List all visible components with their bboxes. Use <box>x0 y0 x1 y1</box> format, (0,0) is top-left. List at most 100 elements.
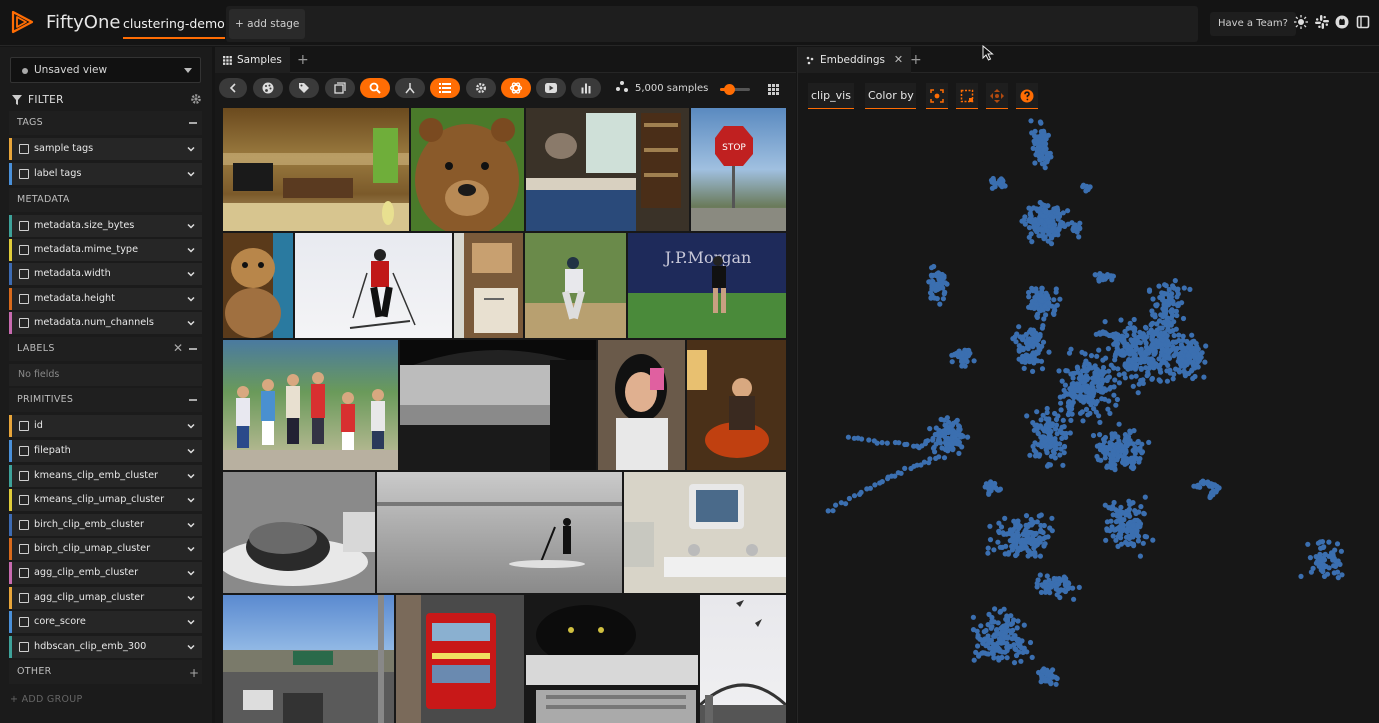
chevron-down-icon[interactable] <box>187 521 195 529</box>
field-label-tags[interactable]: label tags <box>9 163 202 185</box>
embedding-point[interactable] <box>1114 342 1120 349</box>
sample-tile-overpass[interactable] <box>223 595 394 723</box>
embedding-point[interactable] <box>1150 537 1156 543</box>
embedding-point[interactable] <box>1192 373 1198 380</box>
embedding-point[interactable] <box>1045 436 1051 442</box>
book-icon[interactable] <box>1356 15 1370 29</box>
embedding-point[interactable] <box>1203 343 1209 349</box>
embedding-point[interactable] <box>1339 572 1345 578</box>
embedding-point[interactable] <box>1086 365 1092 372</box>
embedding-point[interactable] <box>1075 366 1081 372</box>
embedding-point[interactable] <box>927 456 933 462</box>
color-scheme-button[interactable] <box>253 78 283 98</box>
embedding-point[interactable] <box>1127 363 1133 369</box>
sample-tile-paddleboard[interactable] <box>377 472 622 593</box>
embedding-point[interactable] <box>1013 552 1019 559</box>
field-sample-tags[interactable]: sample tags <box>9 138 202 160</box>
embedding-point[interactable] <box>936 429 942 436</box>
embedding-point[interactable] <box>1021 365 1027 371</box>
embedding-point[interactable] <box>1076 584 1082 590</box>
embedding-point[interactable] <box>1132 366 1138 372</box>
embedding-point[interactable] <box>1039 366 1046 372</box>
embedding-point[interactable] <box>1042 144 1048 150</box>
embedding-point[interactable] <box>1053 286 1059 292</box>
sample-tile-girl-phone[interactable] <box>598 340 685 470</box>
embedding-point[interactable] <box>1061 387 1067 393</box>
embedding-point[interactable] <box>1036 345 1042 351</box>
embedding-point[interactable] <box>959 352 965 358</box>
embedding-point[interactable] <box>874 440 880 446</box>
embedding-point[interactable] <box>1338 548 1344 554</box>
embedding-point[interactable] <box>1178 361 1184 367</box>
embedding-point[interactable] <box>1038 218 1045 224</box>
embedding-point[interactable] <box>977 636 983 642</box>
embedding-point[interactable] <box>1169 307 1175 313</box>
embedding-point[interactable] <box>1131 325 1137 331</box>
embedding-point[interactable] <box>1060 417 1066 423</box>
embedding-point[interactable] <box>1039 668 1046 674</box>
embedding-point[interactable] <box>925 438 931 444</box>
embedding-point[interactable] <box>904 441 910 447</box>
chevron-down-icon[interactable] <box>187 170 195 178</box>
embedding-point[interactable] <box>1123 534 1130 540</box>
embedding-point[interactable] <box>1127 429 1133 436</box>
embedding-point[interactable] <box>1030 443 1036 449</box>
embedding-point[interactable] <box>944 281 950 287</box>
embedding-point[interactable] <box>1149 308 1155 314</box>
collapse-icon[interactable] <box>189 399 197 401</box>
embedding-point[interactable] <box>1116 372 1122 378</box>
embedding-point[interactable] <box>1158 312 1164 318</box>
embedding-point[interactable] <box>1150 296 1156 302</box>
embedding-point[interactable] <box>1046 418 1052 424</box>
field-birch-clip-umap-cluster[interactable]: birch_clip_umap_cluster <box>9 538 202 560</box>
embedding-point[interactable] <box>1003 543 1009 549</box>
add-tab-icon[interactable]: + <box>297 52 309 68</box>
embedding-point[interactable] <box>1061 393 1067 399</box>
sample-tile-imac[interactable] <box>624 472 786 593</box>
embedding-point[interactable] <box>1166 342 1172 348</box>
embedding-point[interactable] <box>1307 555 1313 561</box>
embedding-point[interactable] <box>1033 530 1039 536</box>
embedding-point[interactable] <box>1013 521 1019 528</box>
embedding-point[interactable] <box>1028 516 1034 523</box>
embedding-point[interactable] <box>1038 298 1044 304</box>
embedding-point[interactable] <box>1107 440 1113 446</box>
embedding-point[interactable] <box>1052 455 1058 461</box>
embedding-point[interactable] <box>1071 224 1077 231</box>
embedding-point[interactable] <box>1035 311 1041 317</box>
embedding-point[interactable] <box>937 301 943 307</box>
embedding-point[interactable] <box>1140 331 1146 337</box>
embedding-point[interactable] <box>1092 363 1098 369</box>
field-core-score[interactable]: core_score <box>9 611 202 633</box>
embedding-point[interactable] <box>988 625 994 631</box>
embedding-point[interactable] <box>1161 308 1167 314</box>
chevron-down-icon[interactable] <box>187 422 195 430</box>
embedding-point[interactable] <box>930 437 936 443</box>
field-checkbox[interactable] <box>19 318 29 328</box>
field-checkbox[interactable] <box>19 144 29 154</box>
embedding-point[interactable] <box>1028 118 1034 124</box>
group-header-primitives[interactable]: PRIMITIVES <box>9 388 202 412</box>
embedding-point[interactable] <box>1189 332 1195 338</box>
embedding-point[interactable] <box>1052 674 1059 680</box>
embedding-point[interactable] <box>1130 383 1136 389</box>
field-checkbox[interactable] <box>19 471 29 481</box>
embedding-point[interactable] <box>1094 398 1100 404</box>
embedding-point[interactable] <box>1067 391 1073 397</box>
embedding-point[interactable] <box>1018 645 1024 651</box>
embedding-point[interactable] <box>1034 409 1040 415</box>
embedding-point[interactable] <box>1125 521 1132 527</box>
embedding-point[interactable] <box>1034 148 1040 154</box>
embedding-point[interactable] <box>1308 569 1314 575</box>
embedding-point[interactable] <box>1133 373 1139 379</box>
embedding-point[interactable] <box>858 489 864 495</box>
embedding-point[interactable] <box>872 482 878 488</box>
embedding-point[interactable] <box>1030 368 1036 374</box>
embedding-point[interactable] <box>1027 212 1033 218</box>
embedding-point[interactable] <box>1129 338 1135 344</box>
embedding-point[interactable] <box>859 436 865 442</box>
embedding-point[interactable] <box>851 493 858 499</box>
embedding-point[interactable] <box>1108 273 1114 279</box>
embedding-point[interactable] <box>1050 667 1056 673</box>
embedding-point[interactable] <box>1131 316 1137 323</box>
